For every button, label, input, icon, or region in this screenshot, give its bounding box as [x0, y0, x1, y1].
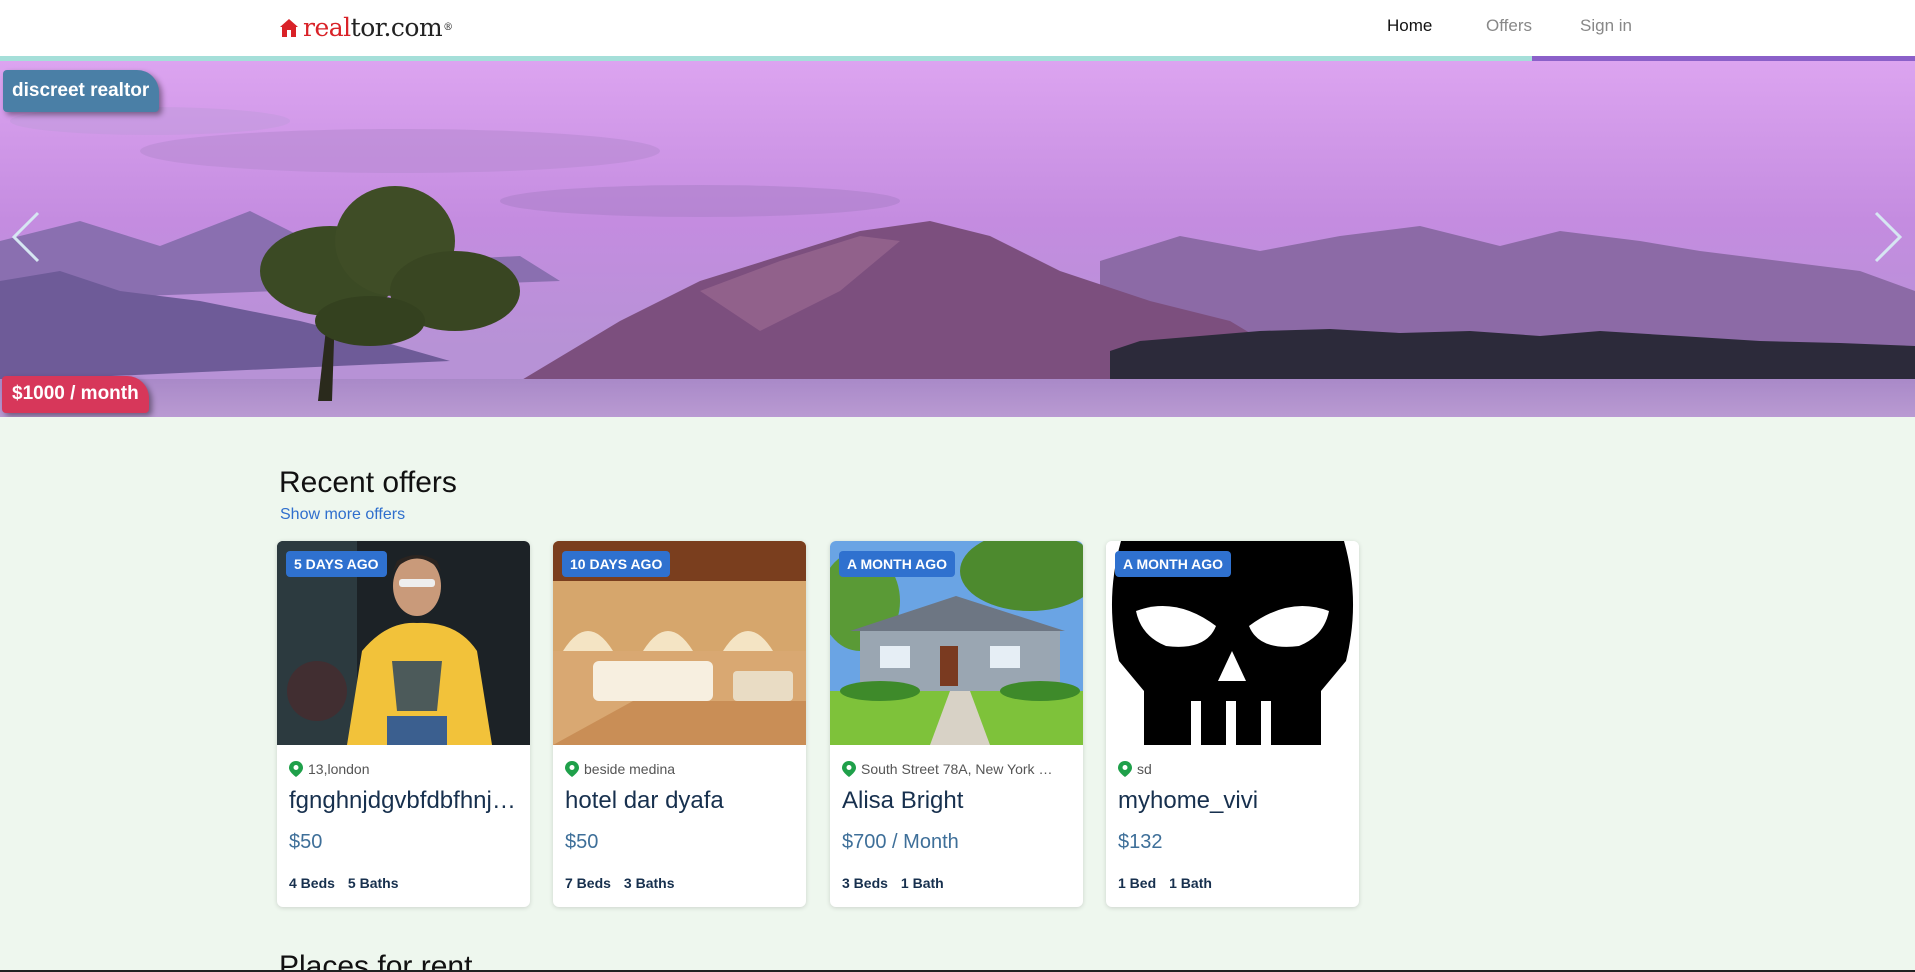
- offer-baths: 1 Bath: [900, 875, 944, 891]
- hero-price-ribbon: $1000 / month: [2, 376, 149, 413]
- places-for-rent-heading: Places for rent: [279, 950, 473, 972]
- hero-title-ribbon: discreet realtor: [3, 70, 160, 112]
- posted-time-badge: 10 DAYS AGO: [562, 551, 671, 577]
- offer-specs: 7 Beds 3 Baths: [565, 875, 675, 891]
- recent-offers-heading: Recent offers: [279, 466, 457, 499]
- offer-title[interactable]: hotel dar dyafa: [565, 787, 797, 815]
- chevron-left-icon[interactable]: [8, 207, 44, 267]
- offer-card[interactable]: 5 DAYS AGO 13,london fgnghnjdgvbfdbfhnjf…: [277, 541, 530, 907]
- offer-location-text: 13,london: [308, 761, 370, 777]
- nav-offers[interactable]: Offers: [1486, 16, 1532, 36]
- offer-price: $50: [565, 831, 599, 853]
- logo-trademark: ®: [443, 22, 453, 33]
- location-pin-icon: [565, 761, 579, 777]
- offer-baths: 1 Bath: [1169, 875, 1212, 891]
- offer-specs: 3 Beds 1 Bath: [842, 875, 944, 891]
- location-pin-icon: [842, 761, 856, 777]
- chevron-right-icon[interactable]: [1870, 207, 1906, 267]
- offer-location: South Street 78A, New York City: [842, 761, 1072, 777]
- offer-specs: 1 Bed 1 Bath: [1118, 875, 1212, 891]
- house-icon: [280, 18, 298, 37]
- offer-card[interactable]: A MONTH AGO sd myhome_vivi $132 1 Bed 1 …: [1106, 541, 1359, 907]
- posted-time-badge: A MONTH AGO: [1115, 551, 1232, 577]
- nav-sign-in[interactable]: Sign in: [1580, 16, 1632, 36]
- offer-price: $700 / Month: [842, 831, 959, 853]
- offer-image: A MONTH AGO: [1106, 541, 1359, 745]
- offer-image: 5 DAYS AGO: [277, 541, 530, 745]
- offer-image: A MONTH AGO: [830, 541, 1083, 745]
- offer-title[interactable]: myhome_vivi: [1118, 787, 1350, 815]
- offer-card[interactable]: 10 DAYS AGO beside medina hotel dar dyaf…: [553, 541, 806, 907]
- offer-location: beside medina: [565, 761, 795, 777]
- nav-home[interactable]: Home: [1387, 16, 1432, 36]
- offer-image: 10 DAYS AGO: [553, 541, 806, 745]
- offer-beds: 1 Bed: [1118, 875, 1157, 891]
- location-pin-icon: [1118, 761, 1132, 777]
- offer-baths: 5 Baths: [347, 875, 399, 891]
- posted-time-badge: A MONTH AGO: [839, 551, 956, 577]
- top-navbar: real tor.com ® Home Offers Sign in: [0, 0, 1915, 56]
- posted-time-badge: 5 DAYS AGO: [286, 551, 387, 577]
- offer-beds: 7 Beds: [565, 875, 611, 891]
- logo-text-real: real: [303, 13, 351, 42]
- logo-text-tor: tor.com: [350, 13, 443, 42]
- offer-location: sd: [1118, 761, 1348, 777]
- show-more-offers-link[interactable]: Show more offers: [280, 506, 405, 524]
- location-pin-icon: [289, 761, 303, 777]
- offer-location-text: beside medina: [584, 761, 676, 777]
- realtor-logo[interactable]: real tor.com ®: [279, 13, 453, 42]
- offer-baths: 3 Baths: [623, 875, 675, 891]
- offer-beds: 3 Beds: [842, 875, 888, 891]
- offer-specs: 4 Beds 5 Baths: [289, 875, 399, 891]
- offer-title[interactable]: fgnghnjdgvbfdbfhnjfdgfdg: [289, 787, 521, 815]
- offer-price: $132: [1118, 831, 1163, 853]
- offer-price: $50: [289, 831, 323, 853]
- offer-location: 13,london: [289, 761, 519, 777]
- hero-landscape-image: [0, 61, 1915, 417]
- offer-location-text: South Street 78A, New York City: [861, 761, 1061, 777]
- offer-card[interactable]: A MONTH AGO South Street 78A, New York C…: [830, 541, 1083, 907]
- offer-location-text: sd: [1137, 761, 1152, 777]
- hero-slider: discreet realtor $1000 / month: [0, 61, 1915, 417]
- offer-beds: 4 Beds: [289, 875, 335, 891]
- offer-title[interactable]: Alisa Bright: [842, 787, 1074, 815]
